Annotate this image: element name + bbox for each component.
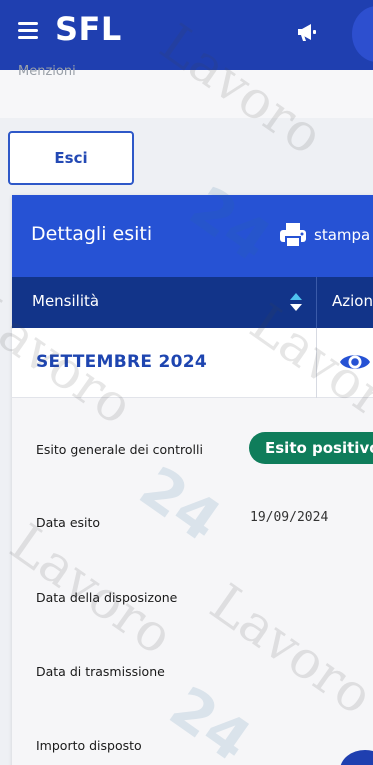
- sort-icon[interactable]: [289, 291, 303, 313]
- eye-icon[interactable]: [339, 348, 371, 376]
- status-badge: Esito positivo: [249, 432, 373, 464]
- megaphone-icon[interactable]: [296, 22, 318, 42]
- card-title: Dettagli esiti: [31, 223, 153, 245]
- label-esito-generale: Esito generale dei controlli: [36, 442, 203, 457]
- hamburger-icon[interactable]: [18, 22, 38, 40]
- dettagli-esiti-card: Dettagli esiti stampa Mensilità Azioni S…: [12, 195, 373, 765]
- top-app-bar: SFL: [0, 0, 373, 70]
- column-divider: [316, 277, 317, 328]
- app-title: SFL: [55, 10, 122, 48]
- table-row: SETTEMBRE 2024: [12, 328, 373, 398]
- print-button[interactable]: stampa: [278, 221, 370, 249]
- column-divider: [316, 328, 317, 398]
- column-header-azioni: Azioni: [332, 292, 373, 310]
- column-header-mensilita[interactable]: Mensilità: [32, 292, 99, 310]
- page: SFL Menzioni Esci Dettagli esiti stampa: [0, 0, 373, 765]
- card-header: Dettagli esiti stampa: [12, 195, 373, 277]
- label-importo-disposto: Importo disposto: [36, 738, 142, 753]
- sub-header-bar: Menzioni: [0, 64, 373, 118]
- user-menu-button[interactable]: [352, 6, 373, 62]
- value-data-esito: 19/09/2024: [250, 510, 329, 525]
- row-month: SETTEMBRE 2024: [36, 352, 208, 372]
- table-header: Mensilità Azioni: [12, 277, 373, 328]
- label-data-disposizione: Data della disposizone: [36, 590, 178, 605]
- label-data-trasmissione: Data di trasmissione: [36, 664, 165, 679]
- label-data-esito: Data esito: [36, 515, 101, 530]
- printer-icon: [280, 223, 306, 248]
- esci-button[interactable]: Esci: [8, 131, 134, 185]
- details-panel: Esito generale dei controlli Esito posit…: [12, 398, 373, 765]
- print-label: stampa: [314, 226, 371, 244]
- sub-header-text: Menzioni: [18, 64, 76, 79]
